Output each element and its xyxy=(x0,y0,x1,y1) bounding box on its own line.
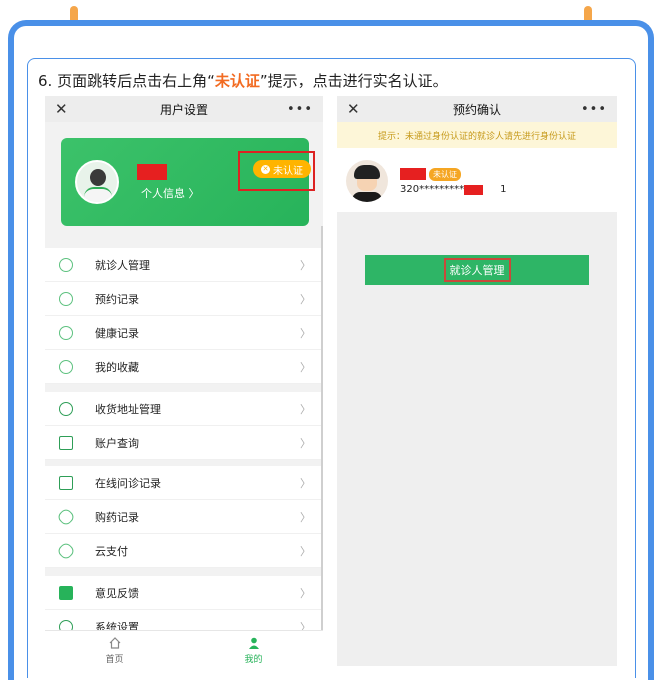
clock-icon xyxy=(59,291,73,306)
menu-label: 预约记录 xyxy=(95,292,139,306)
instruction-highlight: 未认证 xyxy=(214,72,260,90)
profile-card[interactable]: 个人信息 〉 ✕ 未认证 xyxy=(61,138,311,226)
chevron-right-icon: 〉 xyxy=(300,544,311,558)
mail-icon xyxy=(59,585,73,600)
tab-label: 我的 xyxy=(244,654,263,665)
chevron-right-icon: 〉 xyxy=(300,326,311,340)
wallet-icon xyxy=(59,435,73,450)
menu-item-appointments[interactable]: 预约记录 〉 xyxy=(45,282,323,316)
person-icon xyxy=(59,257,73,272)
menu-item-online-consult[interactable]: 在线问诊记录 〉 xyxy=(45,466,323,500)
tab-home[interactable]: 首页 xyxy=(45,631,184,670)
menu-item-patient-management[interactable]: 就诊人管理 〉 xyxy=(45,248,323,282)
instruction-suffix: ”提示，点击进行实名认证。 xyxy=(259,72,448,90)
heart-icon xyxy=(59,325,73,340)
menu-label: 我的收藏 xyxy=(95,360,139,374)
chevron-right-icon: 〉 xyxy=(300,436,311,450)
close-icon[interactable]: ✕ xyxy=(347,100,360,118)
menu-group-1: 就诊人管理 〉 预约记录 〉 健康记录 〉 我的收藏 〉 xyxy=(45,248,323,384)
more-icon[interactable]: ••• xyxy=(581,102,607,117)
chat-icon xyxy=(59,475,73,490)
chevron-right-icon: 〉 xyxy=(300,258,311,272)
person-icon xyxy=(248,637,259,649)
redacted-name xyxy=(400,168,426,180)
unverified-button[interactable]: ✕ 未认证 xyxy=(253,160,311,178)
menu-group-3: 在线问诊记录 〉 购药记录 〉 云支付 〉 xyxy=(45,466,323,568)
redacted-name xyxy=(137,164,167,180)
chevron-right-icon: 〉 xyxy=(300,292,311,306)
menu-item-feedback[interactable]: 意见反馈 〉 xyxy=(45,576,323,610)
profile-info-link[interactable]: 个人信息 〉 xyxy=(141,185,200,201)
tab-mine[interactable]: 我的 xyxy=(184,631,323,670)
menu-item-cloud-pay[interactable]: 云支付 〉 xyxy=(45,534,323,568)
menu-label: 购药记录 xyxy=(95,510,139,524)
patient-management-button[interactable]: 就诊人管理 xyxy=(365,255,589,285)
chevron-right-icon: 〉 xyxy=(300,476,311,490)
menu-item-medicine-orders[interactable]: 购药记录 〉 xyxy=(45,500,323,534)
close-circle-icon: ✕ xyxy=(261,164,270,174)
bottom-tabbar: 首页 我的 xyxy=(45,630,323,670)
tab-label: 首页 xyxy=(105,654,124,665)
pill-icon xyxy=(56,540,76,561)
menu-item-address[interactable]: 收货地址管理 〉 xyxy=(45,392,323,426)
verification-tip: 提示：未通过身份认证的就诊人请先进行身份认证 xyxy=(337,122,617,148)
chevron-right-icon: 〉 xyxy=(300,402,311,416)
settings-topbar: ✕ 用户设置 ••• xyxy=(45,96,323,122)
unverified-label: 未认证 xyxy=(273,165,303,177)
patient-management-label: 就诊人管理 xyxy=(443,258,511,282)
star-icon xyxy=(59,359,73,374)
menu-label: 意见反馈 xyxy=(95,586,139,600)
home-icon xyxy=(109,636,120,649)
id-tail: 1 xyxy=(500,184,507,195)
scrollbar[interactable] xyxy=(321,226,323,666)
confirm-title: 预约确认 xyxy=(452,102,501,117)
menu-label: 云支付 xyxy=(95,544,128,558)
chevron-right-icon: 〉 xyxy=(300,510,311,524)
menu-item-favorites[interactable]: 我的收藏 〉 xyxy=(45,350,323,384)
avatar xyxy=(75,160,119,204)
pill-icon xyxy=(56,506,76,527)
confirm-topbar: ✕ 预约确认 ••• xyxy=(337,96,617,122)
menu-label: 收货地址管理 xyxy=(95,402,161,416)
chevron-right-icon: 〉 xyxy=(300,360,311,374)
menu-label: 健康记录 xyxy=(95,326,139,340)
patient-card[interactable]: 未认证 320************ 1 xyxy=(337,148,617,212)
chevron-right-icon: 〉 xyxy=(300,586,311,600)
close-icon[interactable]: ✕ xyxy=(55,100,68,118)
id-number: 320************ 1 xyxy=(400,184,506,195)
user-settings-screen: ✕ 用户设置 ••• 个人信息 〉 ✕ 未认证 就诊人管理 〉 预约记录 〉 健… xyxy=(45,96,323,670)
menu-label: 就诊人管理 xyxy=(95,258,150,272)
menu-label: 账户查询 xyxy=(95,436,139,450)
more-icon[interactable]: ••• xyxy=(287,102,313,117)
instruction-prefix: 6. 页面跳转后点击右上角“ xyxy=(38,72,215,90)
redacted-id-segment xyxy=(464,185,483,195)
menu-item-health-records[interactable]: 健康记录 〉 xyxy=(45,316,323,350)
menu-item-account[interactable]: 账户查询 〉 xyxy=(45,426,323,460)
instruction-text: 6. 页面跳转后点击右上角“未认证”提示，点击进行实名认证。 xyxy=(38,70,448,91)
menu-group-2: 收货地址管理 〉 账户查询 〉 xyxy=(45,392,323,460)
settings-title: 用户设置 xyxy=(159,102,208,117)
location-icon xyxy=(59,401,73,416)
avatar xyxy=(346,160,388,202)
unverified-badge: 未认证 xyxy=(429,168,461,181)
appointment-confirm-screen: ✕ 预约确认 ••• 提示：未通过身份认证的就诊人请先进行身份认证 未认证 32… xyxy=(337,96,617,666)
menu-label: 在线问诊记录 xyxy=(95,476,161,490)
